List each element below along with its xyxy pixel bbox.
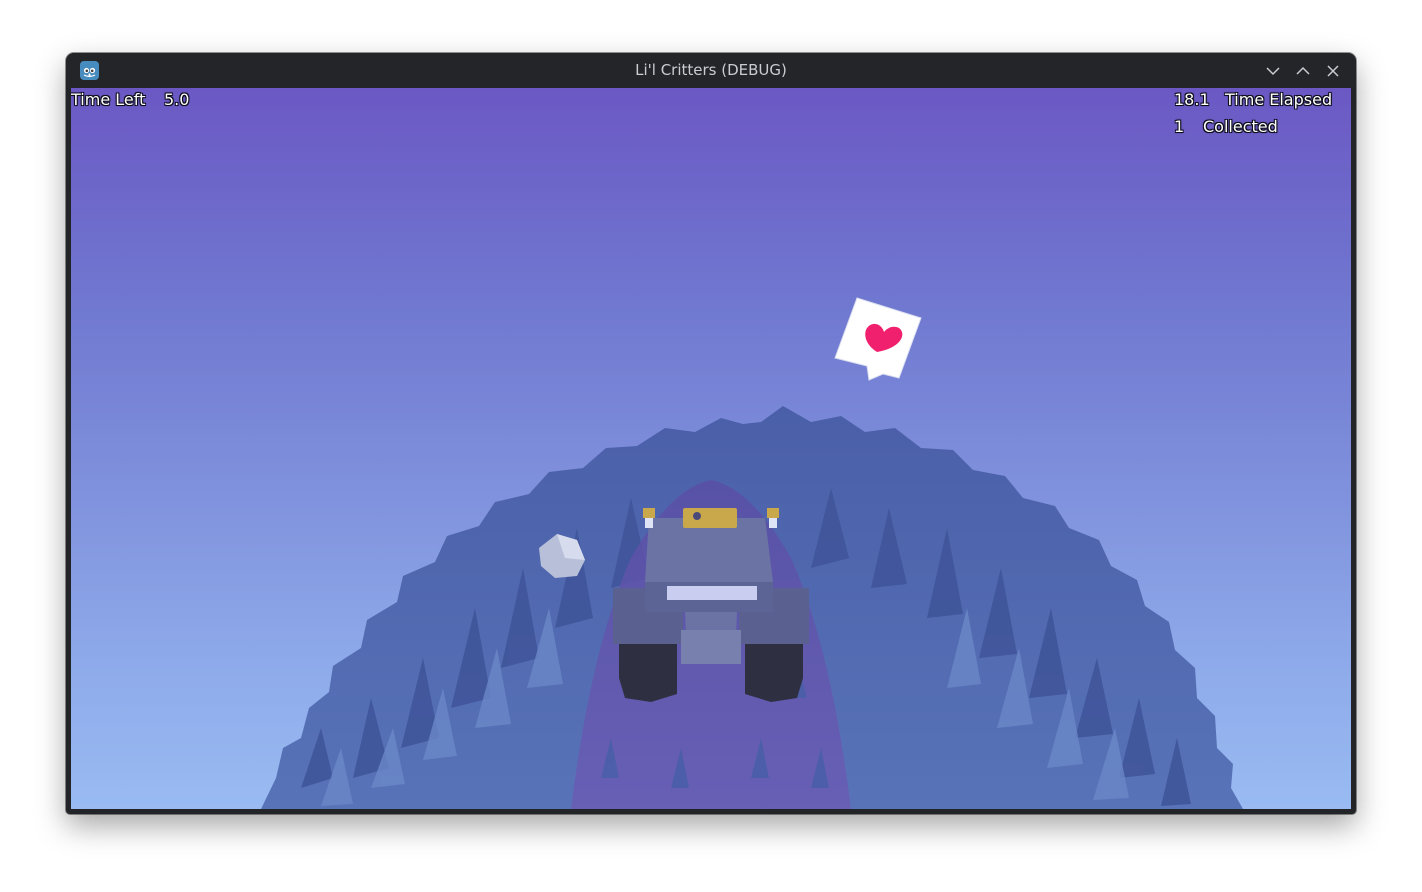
title-bar[interactable]: Li'l Critters (DEBUG): [66, 53, 1356, 88]
minimize-icon[interactable]: [1263, 61, 1283, 81]
game-viewport[interactable]: Time Left 5.0 18.1 Time Elapsed 1 Collec…: [71, 88, 1351, 809]
godot-engine-icon: [80, 61, 99, 80]
game-window: Li'l Critters (DEBUG) Time Left 5.0 18.1…: [66, 53, 1356, 814]
collected-label: Collected: [1203, 117, 1278, 136]
close-icon[interactable]: [1323, 61, 1343, 81]
collected-value: 1: [1174, 117, 1185, 136]
maximize-icon[interactable]: [1293, 61, 1313, 81]
window-title: Li'l Critters (DEBUG): [635, 61, 787, 79]
time-elapsed-value: 18.1: [1174, 90, 1210, 109]
time-elapsed-label: Time Elapsed: [1225, 90, 1333, 109]
heart-speech-bubble-icon: [834, 297, 922, 381]
time-left-label: Time Left: [71, 90, 146, 109]
time-left-value: 5.0: [164, 90, 190, 109]
game-scene: [261, 297, 1243, 809]
